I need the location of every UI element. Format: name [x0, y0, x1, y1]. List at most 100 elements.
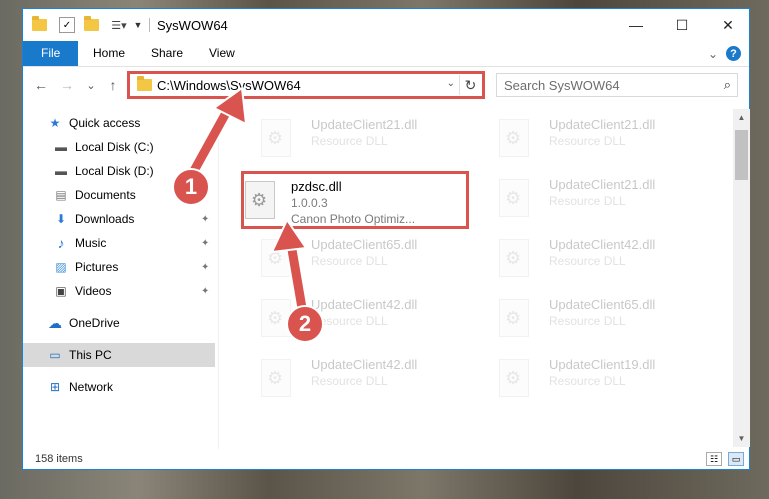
file-item[interactable]: ⚙ UpdateClient19.dll Resource DLL — [481, 353, 681, 405]
file-item[interactable]: ⚙ UpdateClient21.dll Resource DLL — [243, 113, 443, 165]
pin-icon[interactable]: ✦ — [201, 214, 209, 225]
file-name: UpdateClient42.dll — [311, 297, 418, 312]
file-type: Resource DLL — [549, 254, 626, 268]
explorer-window: ✓ ☰▾ ▼ SysWOW64 — ☐ ✕ File Home Share Vi… — [22, 8, 750, 470]
title-separator — [149, 18, 150, 32]
file-name: UpdateClient21.dll — [549, 177, 656, 192]
dll-file-icon: ⚙ — [499, 179, 529, 217]
sidebar-item-label: Local Disk (C:) — [75, 140, 154, 154]
navigation-pane: ★ Quick access ▬ Local Disk (C:) ▬ Local… — [23, 109, 215, 449]
minimize-button[interactable]: — — [613, 9, 659, 41]
sidebar-item-quick-access[interactable]: ★ Quick access — [47, 111, 141, 135]
search-box[interactable]: ⌕ — [496, 73, 738, 97]
file-name: UpdateClient21.dll — [549, 117, 656, 132]
sidebar-item-local-disk-c[interactable]: ▬ Local Disk (C:) — [53, 135, 154, 159]
star-icon: ★ — [49, 116, 61, 130]
sidebar-item-network[interactable]: ⊞ Network — [47, 375, 113, 399]
pin-icon[interactable]: ✦ — [201, 286, 209, 297]
computer-icon: ▭ — [49, 348, 61, 362]
music-icon: ♪ — [57, 235, 65, 251]
up-button[interactable]: ↑ — [103, 75, 123, 95]
file-name: UpdateClient21.dll — [311, 117, 418, 132]
documents-icon: ▤ — [55, 188, 67, 202]
close-button[interactable]: ✕ — [705, 9, 751, 41]
sidebar-item-label: Quick access — [69, 116, 141, 130]
file-name: UpdateClient65.dll — [549, 297, 656, 312]
pin-icon[interactable]: ✦ — [201, 262, 209, 273]
search-icon[interactable]: ⌕ — [724, 77, 731, 93]
details-view-icon[interactable]: ☷ — [706, 452, 722, 466]
sidebar-item-label: Network — [69, 380, 114, 394]
sidebar-item-music[interactable]: ♪ Music — [53, 231, 107, 255]
file-type: Resource DLL — [549, 374, 626, 388]
pin-icon[interactable]: ✦ — [201, 238, 209, 249]
sidebar-item-onedrive[interactable]: ☁ OneDrive — [47, 311, 120, 335]
file-type: Resource DLL — [311, 134, 388, 148]
forward-button[interactable]: → — [57, 75, 77, 95]
sidebar-item-label: Music — [75, 236, 107, 250]
large-icons-view-icon[interactable]: ▭ — [728, 452, 744, 466]
callout-badge-1: 1 — [172, 168, 210, 206]
scroll-up-icon[interactable]: ▲ — [733, 109, 750, 126]
tab-share[interactable]: Share — [137, 41, 197, 66]
download-icon: ⬇ — [55, 212, 67, 226]
file-name: UpdateClient42.dll — [311, 357, 418, 372]
recent-locations-button[interactable]: ⌄ — [81, 75, 101, 95]
dll-file-icon: ⚙ — [499, 239, 529, 277]
file-item[interactable]: ⚙ UpdateClient42.dll Resource DLL — [243, 293, 443, 345]
file-type: Resource DLL — [311, 374, 388, 388]
cloud-icon: ☁ — [48, 314, 62, 331]
file-name: UpdateClient65.dll — [311, 237, 418, 252]
tab-file[interactable]: File — [23, 41, 79, 66]
sidebar-item-downloads[interactable]: ⬇ Downloads — [53, 207, 134, 231]
pane-divider[interactable] — [218, 109, 219, 449]
sidebar-item-this-pc[interactable]: ▭ This PC — [23, 343, 215, 367]
sidebar-item-label: Downloads — [75, 212, 135, 226]
file-item[interactable]: ⚙ UpdateClient42.dll Resource DLL — [243, 353, 443, 405]
scroll-thumb[interactable] — [735, 130, 748, 180]
scroll-down-icon[interactable]: ▼ — [733, 430, 750, 447]
ribbon-tabs: File Home Share View ⌄ ? — [23, 41, 749, 67]
sidebar-item-videos[interactable]: ▣ Videos — [53, 279, 111, 303]
search-input[interactable] — [497, 74, 709, 96]
tab-home[interactable]: Home — [79, 41, 139, 66]
file-item[interactable]: ⚙ UpdateClient21.dll Resource DLL — [481, 113, 681, 165]
title-bar: ✓ ☰▾ ▼ SysWOW64 — ☐ ✕ — [23, 9, 749, 41]
sidebar-item-pictures[interactable]: ▨ Pictures — [53, 255, 118, 279]
maximize-button[interactable]: ☐ — [659, 9, 705, 41]
toolbar-dropdown-icon[interactable]: ▼ — [133, 17, 143, 33]
file-item[interactable]: ⚙ UpdateClient65.dll Resource DLL — [481, 293, 681, 345]
file-name: UpdateClient19.dll — [549, 357, 656, 372]
window-title: SysWOW64 — [157, 18, 228, 33]
vertical-scrollbar[interactable]: ▲ ▼ — [733, 109, 750, 447]
sidebar-item-label: Local Disk (D:) — [75, 164, 154, 178]
tab-view[interactable]: View — [195, 41, 249, 66]
file-item[interactable]: ⚙ UpdateClient21.dll Resource DLL — [481, 173, 681, 225]
new-folder-icon[interactable] — [83, 16, 99, 33]
file-type: Resource DLL — [549, 194, 626, 208]
address-highlight-box — [127, 71, 485, 99]
network-icon: ⊞ — [49, 380, 61, 394]
sidebar-item-label: Videos — [75, 284, 112, 298]
pictures-icon: ▨ — [55, 260, 67, 274]
file-type: Resource DLL — [311, 254, 388, 268]
dll-file-icon: ⚙ — [499, 299, 529, 337]
sidebar-item-documents[interactable]: ▤ Documents — [53, 183, 135, 207]
drive-icon: ▬ — [55, 164, 67, 178]
file-item[interactable]: ⚙ UpdateClient65.dll Resource DLL — [243, 233, 443, 285]
sidebar-item-label: This PC — [69, 348, 112, 362]
dll-file-icon: ⚙ — [499, 119, 529, 157]
sidebar-item-local-disk-d[interactable]: ▬ Local Disk (D:) — [53, 159, 154, 183]
sidebar-item-label: OneDrive — [69, 316, 120, 330]
dll-file-icon: ⚙ — [261, 119, 291, 157]
videos-icon: ▣ — [55, 284, 67, 298]
file-highlight-box — [241, 171, 469, 229]
help-icon[interactable]: ? — [726, 46, 741, 61]
folder-icon[interactable] — [31, 16, 47, 33]
expand-ribbon-icon[interactable]: ⌄ — [708, 47, 718, 61]
customize-toolbar-icon[interactable]: ☰▾ — [107, 17, 131, 33]
dll-file-icon: ⚙ — [499, 359, 529, 397]
file-item[interactable]: ⚙ UpdateClient42.dll Resource DLL — [481, 233, 681, 285]
back-button[interactable]: ← — [31, 75, 51, 95]
properties-icon[interactable]: ✓ — [59, 17, 75, 33]
